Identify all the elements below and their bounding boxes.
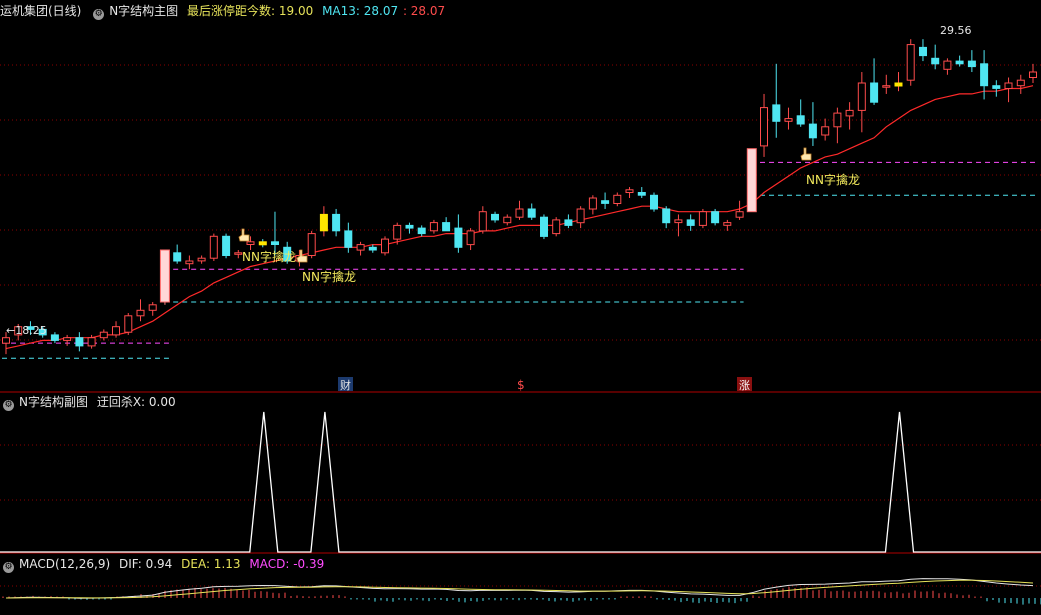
candle-body <box>527 208 536 218</box>
candle-body <box>368 246 377 251</box>
candle-body <box>124 315 133 333</box>
candle-body <box>698 211 707 226</box>
candle-body <box>491 213 499 221</box>
candle-body <box>588 197 597 210</box>
grid-lines <box>0 64 1041 587</box>
candle-body <box>772 104 781 122</box>
candle-body <box>2 337 10 344</box>
candle-body <box>173 252 182 262</box>
candle-body <box>442 222 451 232</box>
candle-body <box>466 230 475 246</box>
candle-body <box>894 82 903 87</box>
candle-body <box>857 82 866 111</box>
candle-body <box>307 233 316 257</box>
candle-body <box>833 112 842 128</box>
candle-body <box>429 222 438 232</box>
candle-body <box>454 227 463 248</box>
candle-body <box>405 224 414 229</box>
candle-body <box>148 304 157 311</box>
candle-body <box>319 213 328 232</box>
candle-body <box>503 216 512 224</box>
candle-body <box>919 46 927 57</box>
hand-pointer-icon <box>800 147 812 161</box>
event-text-cai: 财 <box>340 378 351 392</box>
candle-body <box>87 337 96 347</box>
candle-body <box>967 60 976 68</box>
candle-body <box>112 326 120 336</box>
sub-indicator-plot <box>0 411 1041 553</box>
candle-body <box>746 148 757 213</box>
candle-body <box>796 115 805 125</box>
signal-label-3: NN字擒龙 <box>806 172 860 187</box>
candle-body <box>417 227 426 235</box>
candle-body <box>185 260 194 265</box>
candle-body <box>381 238 389 254</box>
candle-body <box>808 123 817 139</box>
candle-body <box>159 249 170 303</box>
candle-body <box>564 219 573 226</box>
candle-body <box>882 85 891 88</box>
candle-body <box>943 60 952 70</box>
candle-body <box>931 57 940 65</box>
hand-pointer-icon <box>238 228 250 242</box>
sub-indicator-line <box>0 411 1041 553</box>
signal-label-2: NN字擒龙 <box>302 269 356 284</box>
candle-body <box>258 241 267 246</box>
candle-body <box>711 211 720 224</box>
low-price-label: ←18.25 <box>6 324 47 337</box>
high-price-label: 29.56 <box>940 24 972 37</box>
candle-body <box>662 208 671 224</box>
candle-body <box>601 200 610 204</box>
candle-body <box>723 222 732 226</box>
candle-body <box>332 213 341 232</box>
support-lines <box>2 161 1037 359</box>
signal-label-1: NN字擒龙 <box>242 249 296 264</box>
candle-body <box>515 208 524 218</box>
candle-body <box>1029 71 1037 78</box>
candle-body <box>613 194 622 205</box>
candle-body <box>246 241 255 246</box>
candle-body <box>625 189 634 194</box>
candle-body <box>356 244 365 251</box>
candle-body <box>686 219 695 226</box>
candle-body <box>222 235 231 257</box>
candle-body <box>552 219 561 235</box>
candle-body <box>870 82 879 103</box>
candle-body <box>271 241 279 246</box>
stock-chart-canvas[interactable]: ←18.25 29.56 NN字擒龙 NN字擒龙 NN字擒龙 财 $ 涨 <box>0 0 1041 615</box>
candle-body <box>637 192 646 196</box>
candle-body <box>821 126 830 136</box>
candle-body <box>393 224 402 240</box>
candle-body <box>234 252 243 255</box>
candle-body <box>980 63 989 87</box>
candlesticks <box>2 39 1037 355</box>
candle-body <box>906 44 915 81</box>
candle-body <box>63 337 72 341</box>
candle-body <box>344 230 353 248</box>
candle-body <box>209 235 218 259</box>
candle-body <box>760 107 768 147</box>
macd-plot <box>2 578 1041 605</box>
candle-body <box>99 331 108 339</box>
candle-body <box>75 337 84 347</box>
candle-body <box>1004 82 1013 89</box>
candle-body <box>784 118 793 122</box>
candle-body <box>540 216 548 237</box>
candle-body <box>845 109 854 117</box>
candle-body <box>197 257 206 262</box>
candle-body <box>576 208 585 224</box>
candle-body <box>136 309 145 317</box>
candle-body <box>50 334 59 341</box>
candle-body <box>955 60 964 65</box>
candle-body <box>1016 79 1025 87</box>
event-text-zhang: 涨 <box>739 379 750 392</box>
event-text-s[interactable]: $ <box>517 378 525 392</box>
candle-body <box>650 194 658 210</box>
candle-body <box>478 211 487 232</box>
candle-body <box>992 85 1001 89</box>
candle-body <box>735 211 744 218</box>
candle-body <box>674 219 683 224</box>
